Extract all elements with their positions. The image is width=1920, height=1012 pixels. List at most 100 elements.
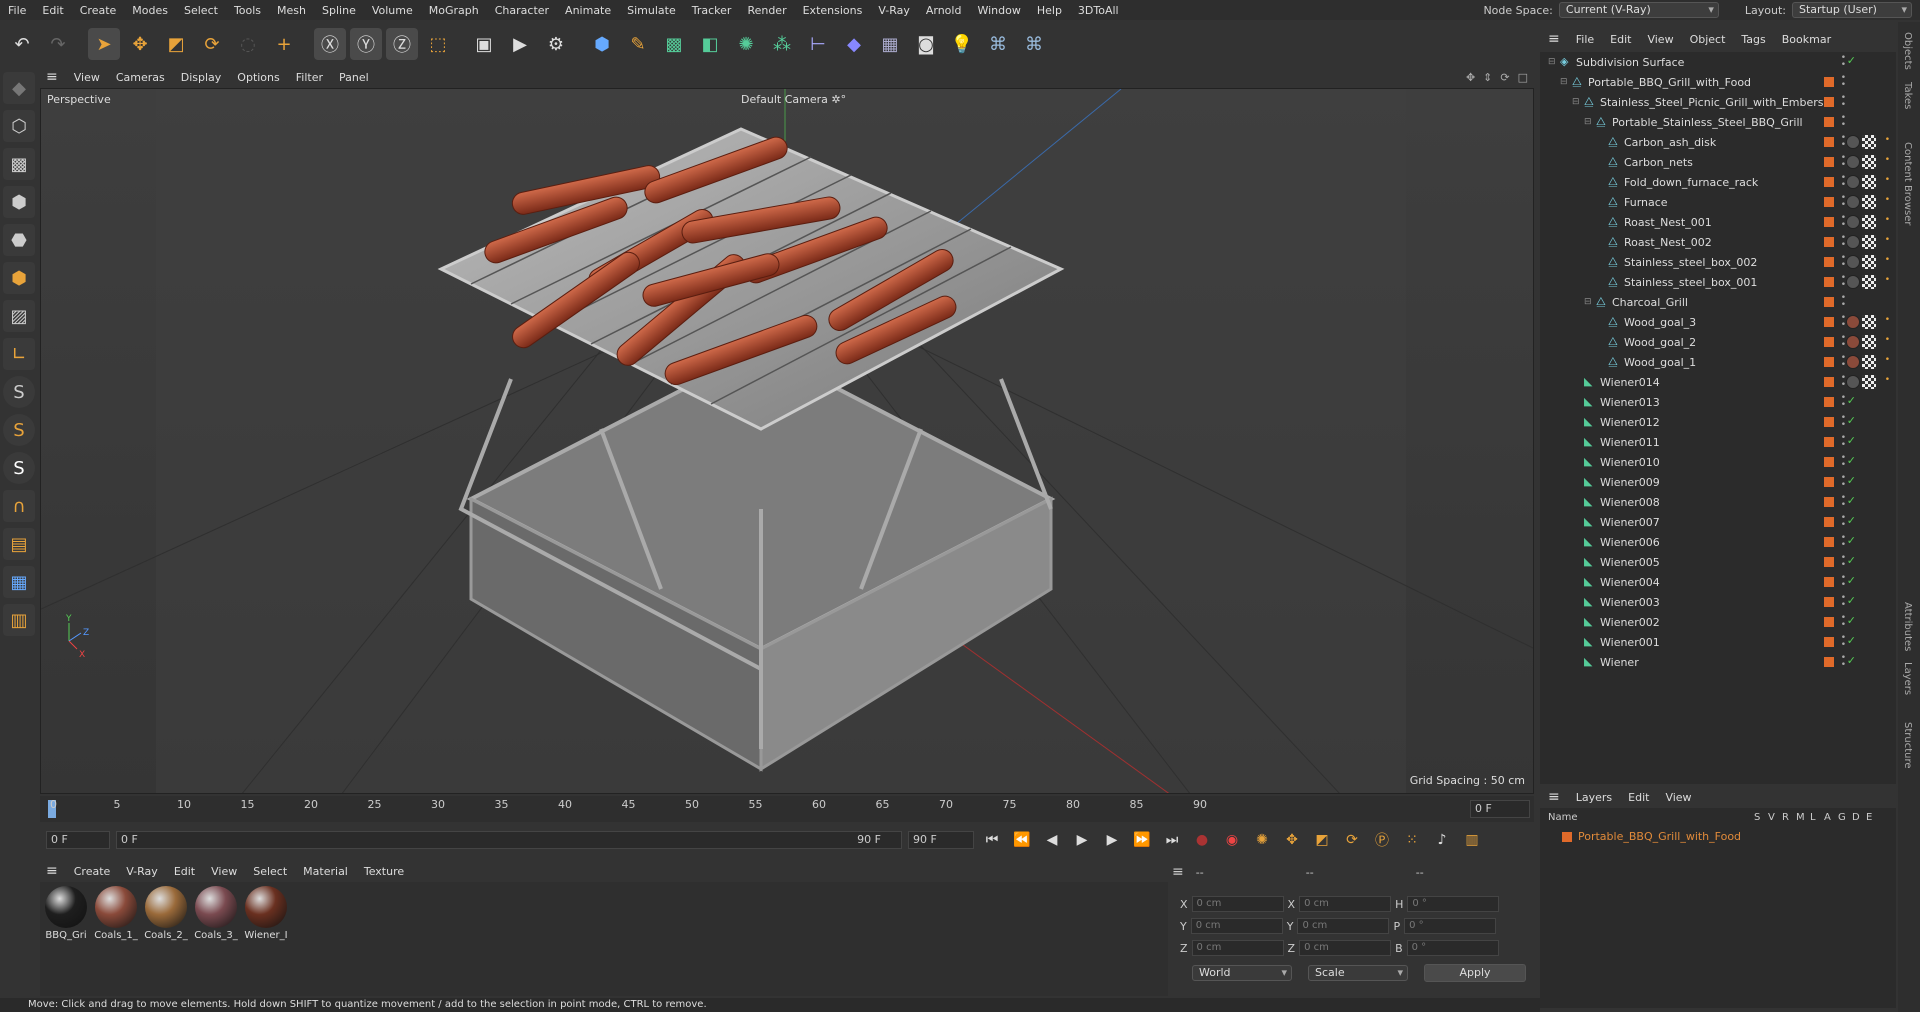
autokey-icon[interactable]: ◉ [1220, 828, 1244, 852]
goto-start-icon[interactable]: ⏮ [980, 828, 1004, 852]
object-row[interactable]: ◣ Wiener010 • • ✓ [1540, 452, 1896, 472]
material-menu-create[interactable]: Create [66, 865, 119, 878]
pan-icon[interactable]: ✥ [1466, 71, 1475, 84]
object-menu-edit[interactable]: Edit [1602, 33, 1639, 46]
snap-icon[interactable]: S [3, 376, 35, 408]
material-tag-icon[interactable] [1846, 355, 1860, 369]
object-row[interactable]: ⊟ ⧋ Portable_BBQ_Grill_with_Food • • [1540, 72, 1896, 92]
sound-icon[interactable]: ♪ [1430, 828, 1454, 852]
visibility-dots-icon[interactable]: • • [1841, 634, 1846, 650]
object-row[interactable]: ◣ Wiener008 • • ✓ [1540, 492, 1896, 512]
tree-toggle-icon[interactable]: ⊟ [1548, 57, 1558, 67]
camera-icon[interactable]: ◙ [910, 28, 942, 60]
workplane-icon[interactable]: ▤ [3, 528, 35, 560]
enabled-check-icon[interactable]: ✓ [1847, 494, 1856, 507]
material-menu-v-ray[interactable]: V-Ray [118, 865, 166, 878]
object-row[interactable]: ◣ Wiener006 • • ✓ [1540, 532, 1896, 552]
enabled-check-icon[interactable]: ✓ [1847, 594, 1856, 607]
preview-end-field[interactable]: 0 F [1470, 800, 1530, 818]
material-menu-edit[interactable]: Edit [166, 865, 203, 878]
menu-extensions[interactable]: Extensions [795, 4, 871, 17]
object-menu-tags[interactable]: Tags [1733, 33, 1773, 46]
goto-end-icon[interactable]: ⏭ [1160, 828, 1184, 852]
menu-edit[interactable]: Edit [34, 4, 71, 17]
material-tag-icon[interactable] [1846, 175, 1860, 189]
enabled-check-icon[interactable]: ✓ [1847, 414, 1856, 427]
viewport-menu-filter[interactable]: Filter [288, 71, 331, 84]
menu-simulate[interactable]: Simulate [619, 4, 684, 17]
material-tag-icon[interactable] [1846, 375, 1860, 389]
texture-tag-icon[interactable] [1862, 275, 1876, 289]
menu-window[interactable]: Window [969, 4, 1028, 17]
material-item[interactable]: BBQ_Gri [44, 886, 88, 992]
move-tool-icon[interactable]: ✥ [124, 28, 156, 60]
object-row[interactable]: ◣ Wiener005 • • ✓ [1540, 552, 1896, 572]
object-row[interactable]: ⧋ Stainless_steel_box_001 • • • [1540, 272, 1896, 292]
menu-arnold[interactable]: Arnold [918, 4, 970, 17]
texture-tag-icon[interactable] [1862, 355, 1876, 369]
material-tag-icon[interactable] [1846, 155, 1860, 169]
menu-modes[interactable]: Modes [124, 4, 176, 17]
object-menu-file[interactable]: File [1568, 33, 1602, 46]
enabled-check-icon[interactable]: ✓ [1847, 654, 1856, 667]
rot-p-field[interactable]: 0 ° [1404, 918, 1497, 934]
menu-help[interactable]: Help [1029, 4, 1070, 17]
key-pla-icon[interactable]: ⁙ [1400, 828, 1424, 852]
object-row[interactable]: ◣ Wiener • • ✓ [1540, 652, 1896, 672]
object-row[interactable]: ⧋ Fold_down_furnace_rack • • • [1540, 172, 1896, 192]
viewport-menu-view[interactable]: View [66, 71, 108, 84]
enabled-check-icon[interactable]: ✓ [1847, 394, 1856, 407]
visibility-dots-icon[interactable]: • • [1841, 114, 1846, 130]
object-row[interactable]: ⧋ Wood_goal_3 • • • [1540, 312, 1896, 332]
lock-icon[interactable]: ▥ [3, 604, 35, 636]
visibility-dots-icon[interactable]: • • [1841, 494, 1846, 510]
menu-3dtoall[interactable]: 3DToAll [1070, 4, 1127, 17]
size-x-field[interactable]: 0 cm [1299, 896, 1392, 912]
coord-system-dropdown[interactable]: World [1192, 965, 1292, 981]
key-position-icon[interactable]: ✥ [1280, 828, 1304, 852]
layer-row[interactable]: Portable_BBQ_Grill_with_Food [1562, 830, 1741, 843]
layer-col-r[interactable]: R [1782, 812, 1789, 823]
visibility-dots-icon[interactable]: • • [1841, 614, 1846, 630]
object-row[interactable]: ⊟ ◈ Subdivision Surface • • ✓ [1540, 52, 1896, 72]
object-menu-object[interactable]: Object [1682, 33, 1734, 46]
rot-b-field[interactable]: 0 ° [1406, 940, 1499, 956]
tree-toggle-icon[interactable]: ⊟ [1560, 77, 1570, 87]
redo-icon[interactable]: ↷ [42, 28, 74, 60]
render-region-icon[interactable]: ▣ [468, 28, 500, 60]
visibility-dots-icon[interactable]: • • [1841, 594, 1846, 610]
pos-x-field[interactable]: 0 cm [1191, 896, 1284, 912]
create-tool-icon[interactable]: + [268, 28, 300, 60]
object-row[interactable]: ◣ Wiener011 • • ✓ [1540, 432, 1896, 452]
camera-label[interactable]: Default Camera ✲° [741, 93, 846, 106]
subdivision-icon[interactable]: ▩ [658, 28, 690, 60]
key-param-icon[interactable]: Ⓟ [1370, 828, 1394, 852]
model-mode-icon[interactable]: ⬡ [3, 110, 35, 142]
prev-frame-icon[interactable]: ◀ [1040, 828, 1064, 852]
layer-col-g[interactable]: G [1838, 812, 1846, 823]
floor-icon[interactable]: ▦ [874, 28, 906, 60]
tree-toggle-icon[interactable]: ⊟ [1572, 97, 1582, 107]
material-tag-icon[interactable] [1846, 235, 1860, 249]
uv-mode-icon[interactable]: ▨ [3, 300, 35, 332]
visibility-dots-icon[interactable]: • • [1841, 54, 1846, 70]
maximize-icon[interactable]: □ [1518, 71, 1528, 84]
visibility-dots-icon[interactable]: • • [1841, 294, 1846, 310]
object-row[interactable]: ⊟ ⧋ Portable_Stainless_Steel_BBQ_Grill • • [1540, 112, 1896, 132]
grid-icon[interactable]: ▦ [3, 566, 35, 598]
python-icon[interactable]: ⌘ [982, 28, 1014, 60]
layer-col-l[interactable]: L [1810, 812, 1816, 823]
layer-menu-layers[interactable]: Layers [1568, 791, 1620, 804]
menu-render[interactable]: Render [739, 4, 794, 17]
layer-col-a[interactable]: A [1824, 812, 1831, 823]
material-item[interactable]: Coals_1_ [94, 886, 138, 992]
texture-tag-icon[interactable] [1862, 195, 1876, 209]
rot-h-field[interactable]: 0 ° [1407, 896, 1500, 912]
size-z-field[interactable]: 0 cm [1299, 940, 1392, 956]
visibility-dots-icon[interactable]: • • [1841, 94, 1846, 110]
viewport-menu-display[interactable]: Display [173, 71, 230, 84]
texture-tag-icon[interactable] [1862, 135, 1876, 149]
enabled-check-icon[interactable]: ✓ [1847, 454, 1856, 467]
y-axis-icon[interactable]: Ⓨ [350, 28, 382, 60]
visibility-dots-icon[interactable]: • • [1841, 394, 1846, 410]
